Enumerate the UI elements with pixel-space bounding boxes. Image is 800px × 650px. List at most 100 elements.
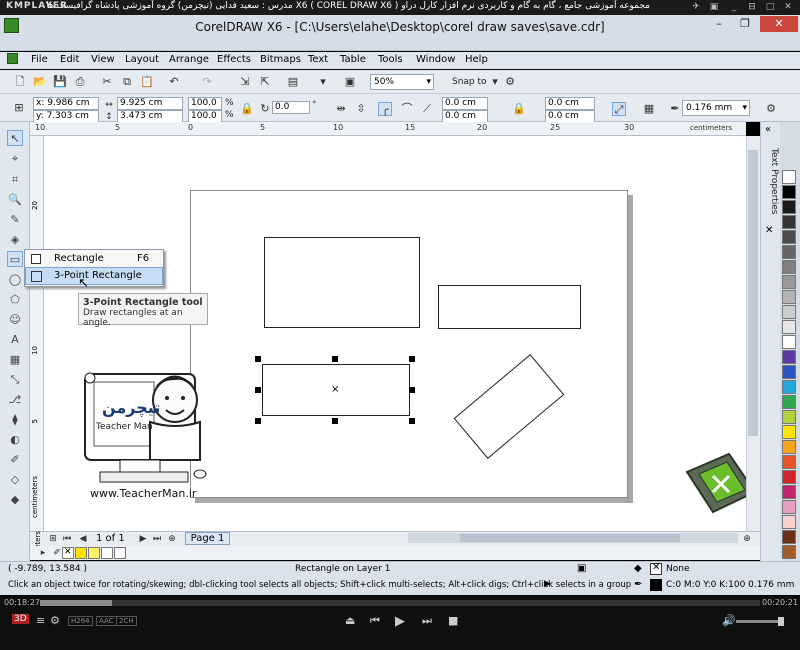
rectangle-tool-icon[interactable]: ▭ <box>7 251 23 267</box>
publish-pdf-icon[interactable]: ▤ <box>286 75 300 89</box>
palette-swatch[interactable] <box>782 365 796 379</box>
page-options-icon[interactable]: ⊞ <box>46 532 60 546</box>
mirror-vertical-icon[interactable]: ⇳ <box>354 102 368 116</box>
welcome-screen-icon[interactable]: ▣ <box>343 75 357 89</box>
wrap-text-icon[interactable]: ▦ <box>642 102 656 116</box>
palette-swatch[interactable] <box>782 380 796 394</box>
flyout-item-3-point-rectangle[interactable]: 3-Point Rectangle <box>25 267 163 285</box>
shape-tool-icon[interactable]: ⌖ <box>7 151 23 167</box>
horizontal-ruler[interactable]: 10 5 0 5 10 15 20 25 30 centimeters <box>30 122 746 136</box>
palette-swatch[interactable] <box>782 485 796 499</box>
navigator-icon[interactable]: ⊕ <box>740 532 754 546</box>
lock-corners-icon[interactable]: 🔒 <box>512 102 526 116</box>
dimension-tool-icon[interactable]: ⤡ <box>7 372 23 388</box>
color-proof-icon[interactable]: ▣ <box>577 563 586 574</box>
palette-swatch[interactable] <box>782 170 796 184</box>
chamfered-corner-icon[interactable]: ⟋ <box>420 102 434 116</box>
menu-effects[interactable]: Effects <box>217 54 251 65</box>
table-tool-icon[interactable]: ▦ <box>7 352 23 368</box>
vertical-scroll-thumb[interactable] <box>748 150 758 436</box>
undo-icon[interactable]: ↶ <box>167 75 181 89</box>
menu-edit[interactable]: Edit <box>60 54 79 65</box>
selection-handle[interactable] <box>332 418 338 424</box>
palette-swatch[interactable] <box>782 200 796 214</box>
menu-view[interactable]: View <box>91 54 115 65</box>
options-icon[interactable]: ⚙ <box>503 75 517 89</box>
connector-tool-icon[interactable]: ⎇ <box>7 392 23 408</box>
document-palette-swatch[interactable] <box>88 547 100 559</box>
polygon-tool-icon[interactable]: ⬠ <box>7 292 23 308</box>
palette-swatch[interactable] <box>782 245 796 259</box>
palette-swatch[interactable] <box>782 290 796 304</box>
outline-tool-icon[interactable]: ◇ <box>7 472 23 488</box>
close-button[interactable]: ✕ <box>760 16 798 32</box>
palette-swatch[interactable] <box>782 230 796 244</box>
menu-table[interactable]: Table <box>340 54 366 65</box>
menu-arrange[interactable]: Arrange <box>169 54 209 65</box>
volume-handle[interactable] <box>778 617 784 626</box>
eject-icon[interactable]: ⏏ <box>345 614 355 627</box>
selection-handle[interactable] <box>332 356 338 362</box>
crop-tool-icon[interactable]: ⌗ <box>7 172 23 188</box>
play-icon[interactable]: ▶ <box>395 614 405 629</box>
pick-tool-icon[interactable]: ↖ <box>7 130 23 146</box>
text-tool-icon[interactable]: A <box>7 332 23 348</box>
outline-width-dropdown[interactable]: 0.176 mm ▾ <box>682 100 750 116</box>
corner-radius-1-field[interactable]: 0.0 cm <box>442 97 488 110</box>
selection-handle[interactable] <box>255 356 261 362</box>
palette-swatch[interactable] <box>782 545 796 559</box>
document-palette-swatch[interactable] <box>101 547 113 559</box>
vertical-ruler[interactable]: 20 15 10 5 centimeters <box>30 136 44 531</box>
palette-swatch[interactable] <box>782 455 796 469</box>
zoom-tool-icon[interactable]: 🔍 <box>7 192 23 208</box>
relative-corner-scaling-icon[interactable]: ⤢ <box>612 102 626 116</box>
palette-swatch[interactable] <box>782 305 796 319</box>
rectangle-shape[interactable] <box>264 237 420 328</box>
document-palette-swatch[interactable] <box>114 547 126 559</box>
export-icon[interactable]: ⇱ <box>258 75 272 89</box>
next-page-icon[interactable]: ▶ <box>136 532 150 546</box>
palette-swatch[interactable] <box>782 425 796 439</box>
blend-tool-icon[interactable]: ⧫ <box>7 412 23 428</box>
palette-swatch[interactable] <box>782 275 796 289</box>
selection-handle[interactable] <box>255 418 261 424</box>
text-properties-tab[interactable]: Text Properties <box>761 148 779 218</box>
round-corner-icon[interactable]: ╭ <box>378 102 392 116</box>
palette-swatch[interactable] <box>782 500 796 514</box>
rotation-field[interactable]: 0.0 <box>272 101 310 114</box>
selection-handle[interactable] <box>255 387 261 393</box>
print-icon[interactable]: ⎙ <box>73 75 87 89</box>
palette-swatch[interactable] <box>782 515 796 529</box>
pin-icon[interactable]: ✈ <box>688 0 704 15</box>
new-document-icon[interactable]: 🗋 <box>13 75 27 89</box>
docker-close-icon[interactable]: ✕ <box>765 225 773 236</box>
menu-window[interactable]: Window <box>416 54 455 65</box>
selection-handle[interactable] <box>409 418 415 424</box>
maximize-icon[interactable]: □ <box>762 0 778 15</box>
seek-bar[interactable] <box>40 600 760 606</box>
redo-icon[interactable]: ↷ <box>200 75 214 89</box>
palette-arrow-icon[interactable]: ▸ <box>36 546 50 560</box>
object-origin-icon[interactable]: ⊞ <box>12 101 26 115</box>
ellipse-tool-icon[interactable]: ◯ <box>7 272 23 288</box>
palette-swatch[interactable] <box>782 215 796 229</box>
menu-bitmaps[interactable]: Bitmaps <box>260 54 301 65</box>
no-color-swatch[interactable]: ✕ <box>62 547 74 559</box>
zoom-level-dropdown[interactable]: 50% ▾ <box>370 74 434 90</box>
settings-icon[interactable]: ⚙ <box>50 614 60 627</box>
width-field[interactable]: 9.925 cm <box>117 97 183 110</box>
3d-badge[interactable]: 3D <box>12 614 29 624</box>
copy-icon[interactable]: ⧉ <box>120 75 134 89</box>
next-icon[interactable]: ⏭ <box>422 614 432 628</box>
volume-icon[interactable]: 🔊 <box>722 614 736 627</box>
document-icon[interactable] <box>7 53 18 64</box>
menu-help[interactable]: Help <box>465 54 488 65</box>
scalloped-corner-icon[interactable]: ⌒ <box>400 102 414 116</box>
smart-fill-tool-icon[interactable]: ◈ <box>7 232 23 248</box>
page-tab[interactable]: Page 1 <box>185 532 230 545</box>
add-page-icon[interactable]: ⊕ <box>165 532 179 546</box>
compact-icon[interactable]: ⊟ <box>744 0 760 15</box>
last-page-icon[interactable]: ⏭ <box>150 532 164 546</box>
rectangle-shape[interactable] <box>438 285 581 329</box>
transparency-tool-icon[interactable]: ◐ <box>7 432 23 448</box>
